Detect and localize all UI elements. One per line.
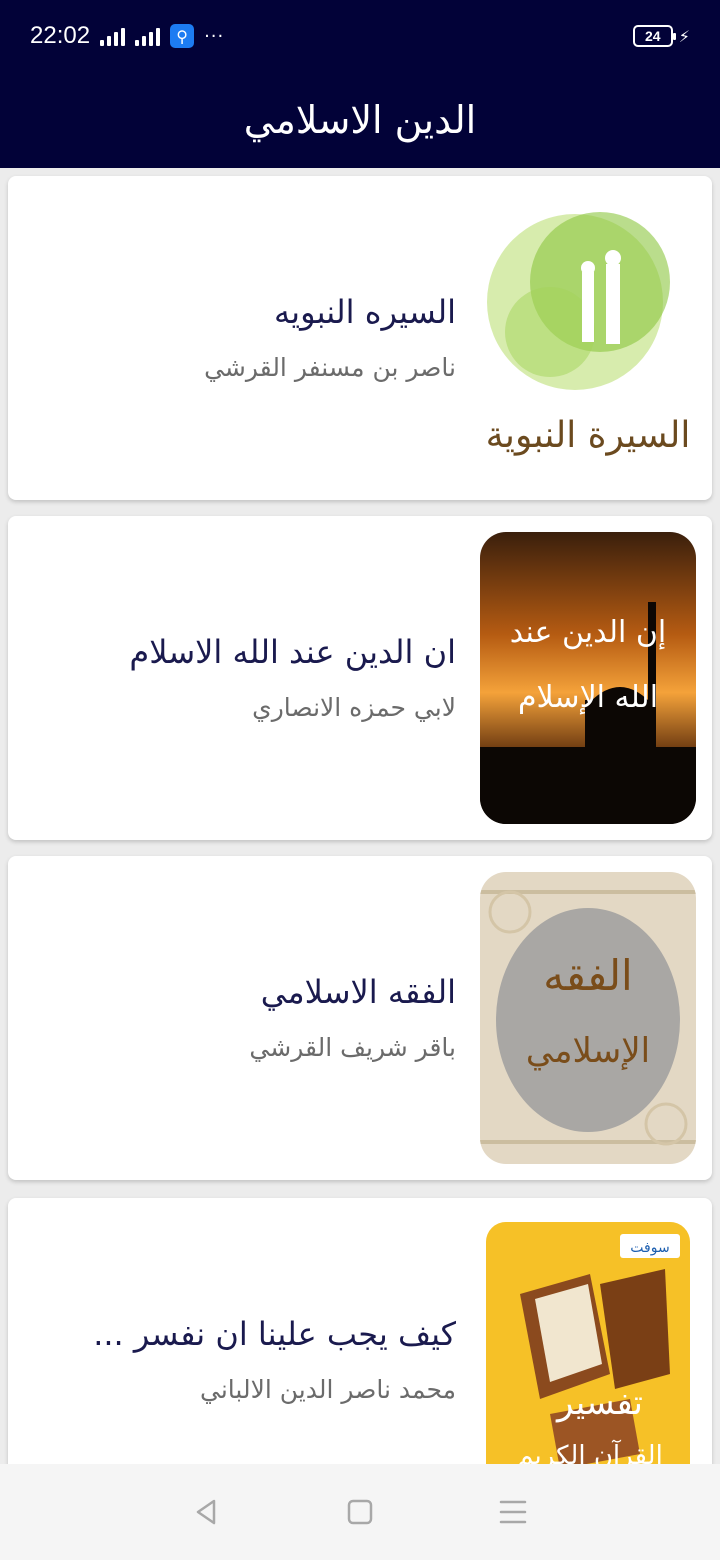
book-author: لابي حمزه الانصاري	[252, 693, 456, 722]
book-title: الفقه الاسلامي	[260, 973, 456, 1011]
status-bar: 22:02 ⚲ ··· 24 ⚡	[0, 0, 720, 72]
charging-icon: ⚡	[678, 26, 690, 46]
book-cover-image: إن الدين عند الله الإسلام	[480, 532, 696, 824]
battery-level: 24	[644, 28, 661, 44]
status-time: 22:02	[30, 22, 91, 49]
book-title: ان الدين عند الله الاسلام	[129, 633, 456, 671]
usb-icon: ⚲	[170, 24, 195, 48]
system-navigation-bar	[0, 1464, 720, 1560]
cover-line-2: الله الإسلام	[518, 680, 658, 715]
cover-title-text: السيرة النبوية	[486, 415, 691, 456]
home-button[interactable]	[336, 1488, 384, 1536]
cover-line-2: الإسلامي	[526, 1031, 650, 1071]
list-item[interactable]: إن الدين عند الله الإسلام ان الدين عند ا…	[8, 516, 712, 840]
home-icon	[347, 1499, 373, 1525]
list-item[interactable]: السيرة النبوية السيره النبويه ناصر بن مس…	[8, 176, 712, 500]
more-notifications-icon: ···	[204, 25, 225, 47]
book-title: السيره النبويه	[274, 293, 456, 331]
battery-icon: 24	[632, 25, 676, 47]
cover-line-1: إن الدين عند	[510, 615, 667, 650]
book-author: ناصر بن مسنفر القرشي	[204, 353, 456, 382]
back-icon	[196, 1499, 215, 1525]
cover-line-1: الفقه	[543, 951, 632, 1000]
recents-button[interactable]	[489, 1488, 537, 1536]
app-bar: الدين الاسلامي	[0, 72, 720, 168]
page-title: الدين الاسلامي	[243, 98, 477, 142]
book-cover-image: الفقه الإسلامي	[480, 872, 696, 1164]
menu-icon	[500, 1500, 527, 1524]
signal-icon-2	[135, 26, 161, 46]
cover-badge: سوفت	[630, 1240, 669, 1256]
cover-line-1: تفسير	[555, 1383, 643, 1423]
book-author: محمد ناصر الدين الالباني	[200, 1375, 456, 1404]
book-cover-image: السيرة النبوية	[480, 192, 696, 484]
book-author: باقر شريف القرشي	[249, 1033, 456, 1062]
back-button[interactable]	[183, 1488, 231, 1536]
list-item[interactable]: الفقه الإسلامي الفقه الاسلامي باقر شريف …	[8, 856, 712, 1180]
book-title: كيف يجب علينا ان نفسر ...	[93, 1315, 456, 1353]
signal-icon	[100, 26, 126, 46]
book-cover-image: سوفت تفسير القرآن الكريم	[480, 1214, 696, 1506]
